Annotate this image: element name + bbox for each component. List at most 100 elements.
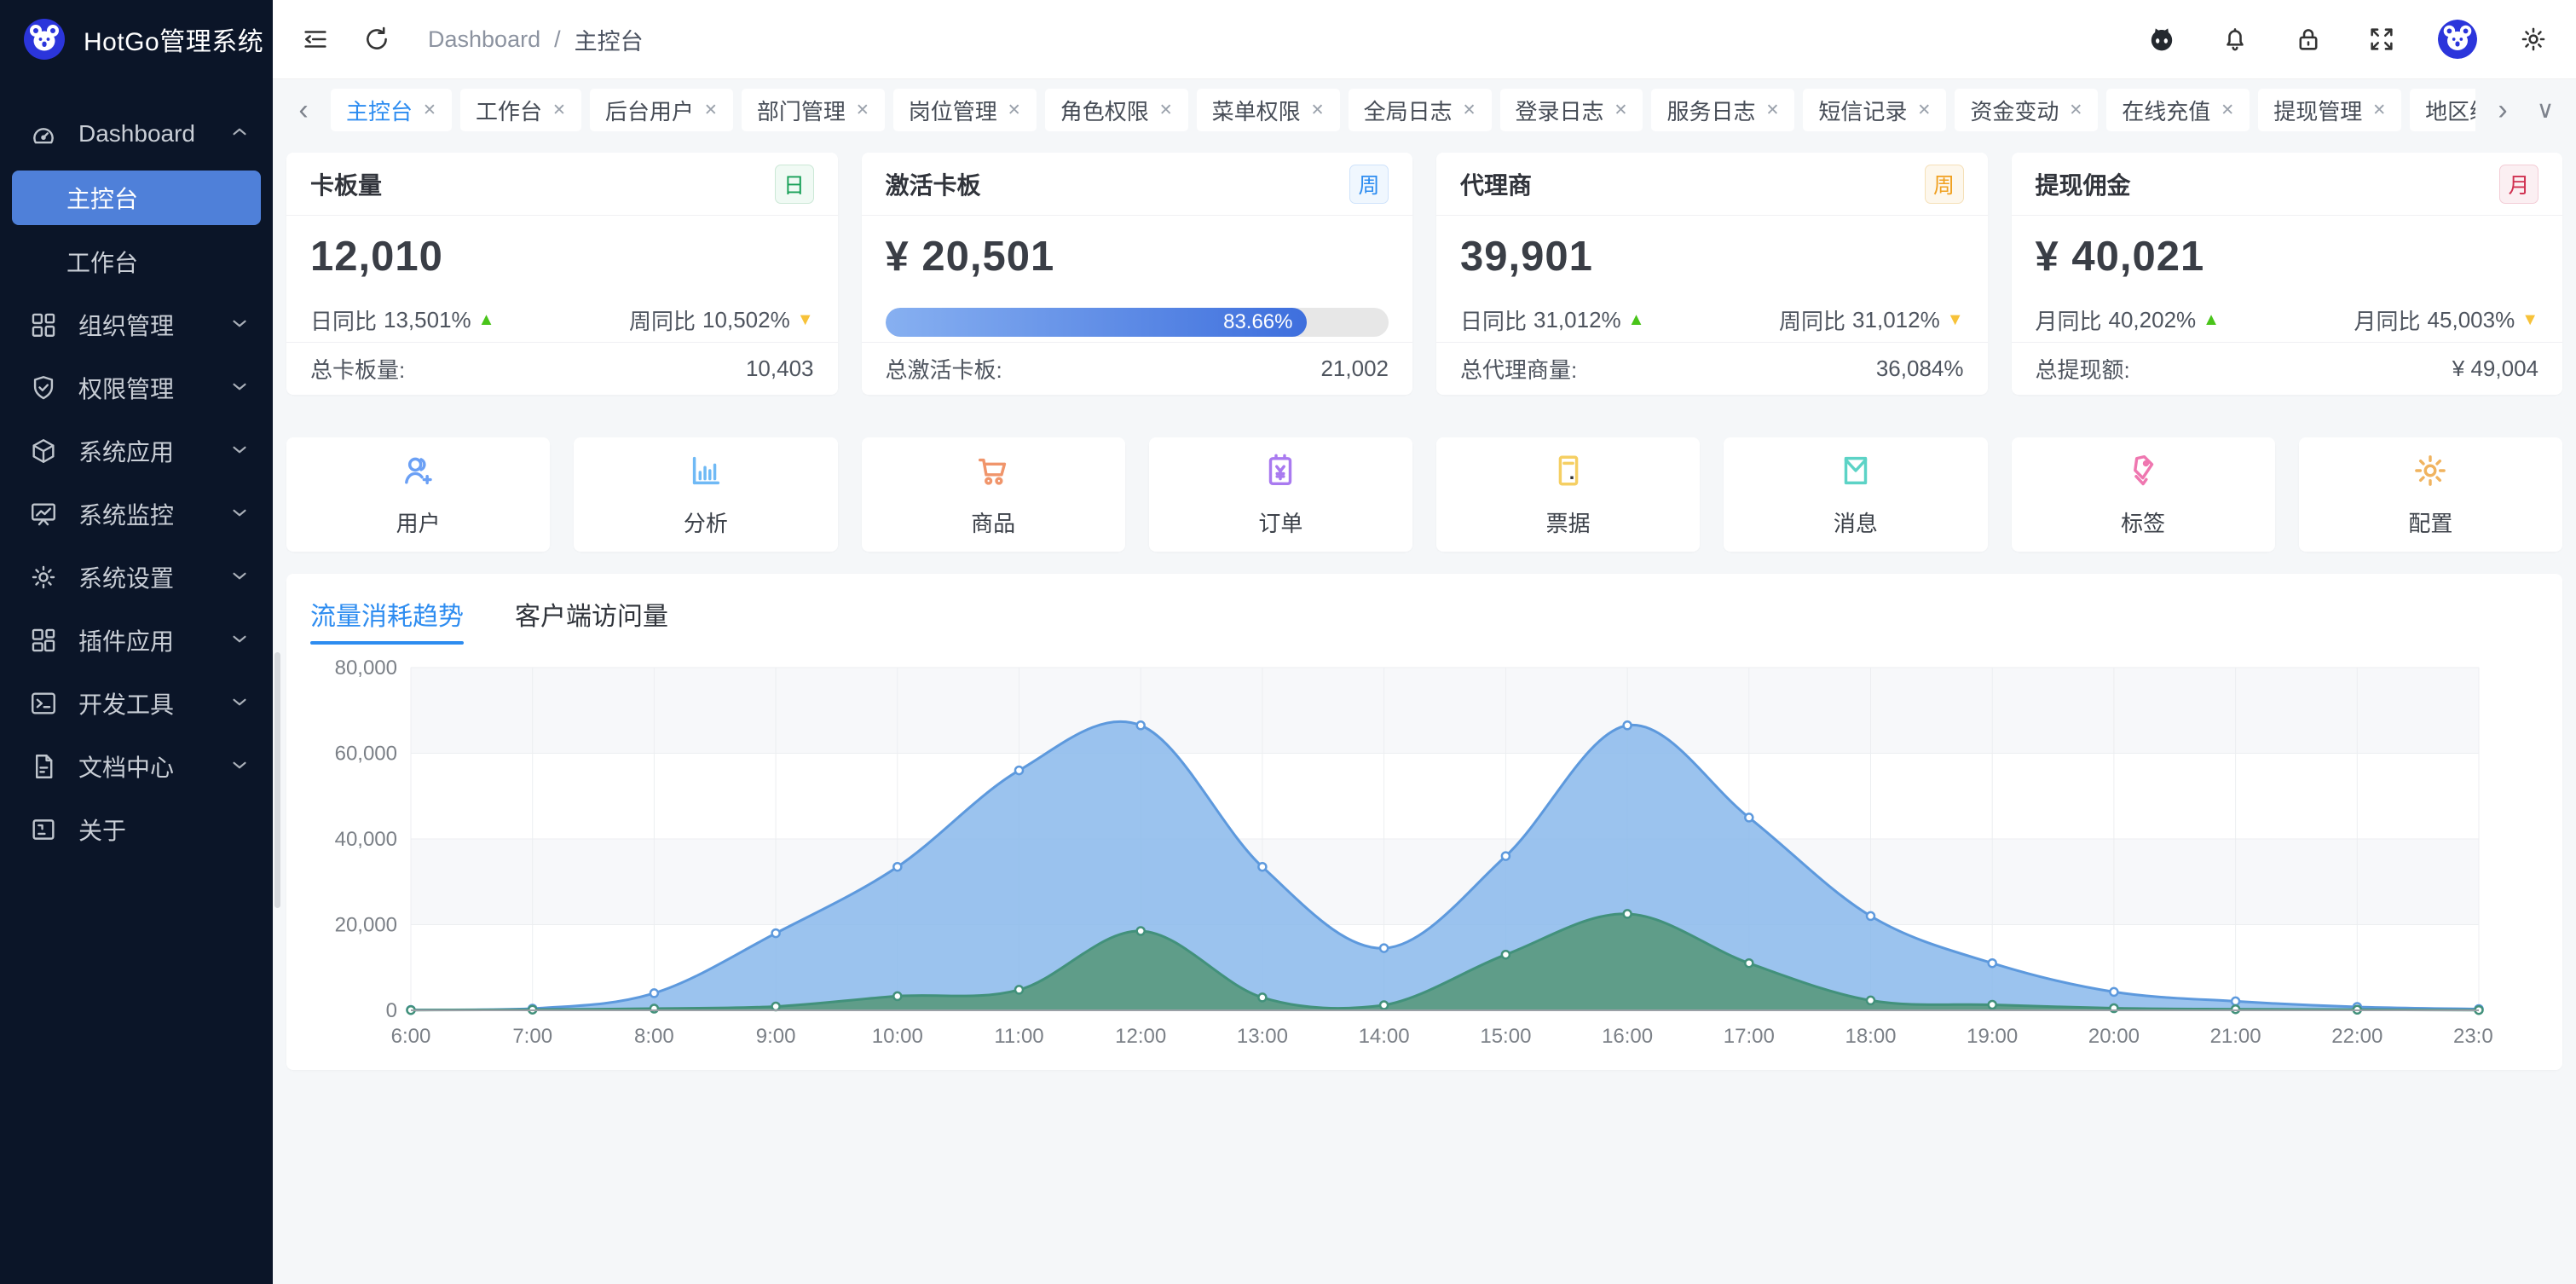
svg-text:8:00: 8:00 bbox=[634, 1025, 674, 1048]
shortcut-orders[interactable]: 订单 bbox=[1149, 437, 1412, 552]
svg-text:7:00: 7:00 bbox=[512, 1025, 552, 1048]
app-logo[interactable]: HotGo管理系统 bbox=[0, 0, 273, 78]
sidebar-item-dev-tools[interactable]: 开发工具 bbox=[0, 672, 273, 735]
svg-text:10:00: 10:00 bbox=[872, 1025, 923, 1048]
sidebar-item-org[interactable]: 组织管理 bbox=[0, 293, 273, 356]
activation-progress-bar: 83.66% bbox=[886, 308, 1389, 337]
tab-chip-fund-changes[interactable]: 资金变动✕ bbox=[1955, 89, 2098, 131]
tab-chip-region-codes[interactable]: 地区编码✕ bbox=[2410, 89, 2475, 131]
tab-chip-main-console[interactable]: 主控台✕ bbox=[331, 89, 452, 131]
content-scrollbar[interactable] bbox=[274, 652, 280, 908]
tab-chip-global-log[interactable]: 全局日志✕ bbox=[1349, 89, 1492, 131]
period-badge-week[interactable]: 周 bbox=[1349, 165, 1389, 204]
sidebar-item-permission[interactable]: 权限管理 bbox=[0, 356, 273, 419]
stat-value: 12,010 bbox=[310, 233, 814, 281]
svg-text:21:00: 21:00 bbox=[2210, 1025, 2261, 1048]
shortcut-receipts[interactable]: 票据 bbox=[1436, 437, 1700, 552]
trend-down-icon: ▼ bbox=[797, 310, 814, 330]
svg-text:20,000: 20,000 bbox=[335, 914, 397, 937]
receipt-icon bbox=[1549, 451, 1588, 495]
tab-client-visits[interactable]: 客户端访问量 bbox=[515, 595, 668, 645]
close-icon[interactable]: ✕ bbox=[856, 101, 869, 120]
menu-fold-icon[interactable] bbox=[298, 22, 332, 56]
close-icon[interactable]: ✕ bbox=[2372, 101, 2386, 120]
fullscreen-icon[interactable] bbox=[2365, 22, 2399, 56]
close-icon[interactable]: ✕ bbox=[1159, 101, 1173, 120]
close-icon[interactable]: ✕ bbox=[1311, 101, 1325, 120]
document-icon bbox=[29, 752, 58, 781]
tab-chip-workbench[interactable]: 工作台✕ bbox=[460, 89, 581, 131]
stat-card-title: 卡板量 bbox=[310, 167, 382, 201]
shortcut-analytics[interactable]: 分析 bbox=[574, 437, 837, 552]
settings-gear-icon[interactable] bbox=[2516, 22, 2550, 56]
tabs-scroll-left-icon[interactable]: ‹ bbox=[288, 95, 319, 124]
github-icon[interactable] bbox=[2145, 22, 2179, 56]
sidebar-item-about[interactable]: 关于 bbox=[0, 798, 273, 861]
trend-down-icon: ▼ bbox=[2521, 310, 2538, 330]
tabs-dropdown-icon[interactable]: ∨ bbox=[2530, 98, 2561, 122]
close-icon[interactable]: ✕ bbox=[423, 101, 436, 120]
shortcut-config[interactable]: 配置 bbox=[2299, 437, 2562, 552]
shortcut-tags[interactable]: 标签 bbox=[2012, 437, 2275, 552]
tab-chip-sms-records[interactable]: 短信记录✕ bbox=[1803, 89, 1946, 131]
breadcrumb-current: 主控台 bbox=[575, 23, 644, 56]
svg-text:22:00: 22:00 bbox=[2331, 1025, 2383, 1048]
close-icon[interactable]: ✕ bbox=[1008, 101, 1021, 120]
close-icon[interactable]: ✕ bbox=[552, 101, 566, 120]
sidebar-item-workbench[interactable]: 工作台 bbox=[0, 230, 273, 293]
breadcrumb-parent[interactable]: Dashboard bbox=[428, 26, 540, 53]
shortcut-products[interactable]: 商品 bbox=[862, 437, 1125, 552]
tab-traffic-trend[interactable]: 流量消耗趋势 bbox=[310, 595, 464, 645]
svg-text:12:00: 12:00 bbox=[1115, 1025, 1166, 1048]
close-icon[interactable]: ✕ bbox=[1614, 101, 1628, 120]
tab-chip-service-log[interactable]: 服务日志✕ bbox=[1651, 89, 1794, 131]
sidebar-item-dashboard[interactable]: Dashboard bbox=[0, 102, 273, 165]
header-actions bbox=[2145, 20, 2550, 59]
sidebar-item-plugins[interactable]: 插件应用 bbox=[0, 609, 273, 672]
chevron-down-icon bbox=[228, 754, 251, 780]
period-badge-week[interactable]: 周 bbox=[1925, 165, 1964, 204]
config-gear-icon bbox=[2411, 451, 2450, 495]
stat-footer-value: ¥ 49,004 bbox=[2452, 356, 2538, 382]
tab-chip-menu-perms[interactable]: 菜单权限✕ bbox=[1197, 89, 1340, 131]
trend-up-icon: ▲ bbox=[2203, 310, 2220, 330]
sidebar-item-system-monitor[interactable]: 系统监控 bbox=[0, 483, 273, 546]
close-icon[interactable]: ✕ bbox=[2221, 101, 2234, 120]
tab-chip-admin-users[interactable]: 后台用户✕ bbox=[590, 89, 733, 131]
tab-chip-role-perms[interactable]: 角色权限✕ bbox=[1045, 89, 1188, 131]
open-tabs: 主控台✕ 工作台✕ 后台用户✕ 部门管理✕ 岗位管理✕ 角色权限✕ 菜单权限✕ … bbox=[331, 89, 2475, 131]
svg-text:20:00: 20:00 bbox=[2088, 1025, 2140, 1048]
close-icon[interactable]: ✕ bbox=[1917, 101, 1931, 120]
tab-chip-login-log[interactable]: 登录日志✕ bbox=[1500, 89, 1643, 131]
stat-card-cardboard: 卡板量 日 12,010 日同比13,501%▲ 周同比10,502%▼ 总卡板… bbox=[286, 153, 838, 395]
period-badge-month[interactable]: 月 bbox=[2499, 165, 2538, 204]
tab-chip-departments[interactable]: 部门管理✕ bbox=[742, 89, 885, 131]
lock-icon[interactable] bbox=[2291, 22, 2325, 56]
stat-sub-right: 月同比45,003%▼ bbox=[2354, 304, 2538, 336]
stat-card-row: 卡板量 日 12,010 日同比13,501%▲ 周同比10,502%▼ 总卡板… bbox=[286, 153, 2562, 395]
shortcut-users[interactable]: 用户 bbox=[286, 437, 550, 552]
refresh-icon[interactable] bbox=[360, 22, 394, 56]
stat-sub-left: 日同比31,012%▲ bbox=[1460, 304, 1644, 336]
user-avatar[interactable] bbox=[2438, 20, 2477, 59]
tabs-scroll-right-icon[interactable]: › bbox=[2487, 95, 2518, 124]
terminal-icon bbox=[29, 689, 58, 718]
chevron-down-icon bbox=[228, 501, 251, 528]
chevron-down-icon bbox=[228, 312, 251, 338]
close-icon[interactable]: ✕ bbox=[2069, 101, 2082, 120]
close-icon[interactable]: ✕ bbox=[1765, 101, 1779, 120]
sidebar-item-docs[interactable]: 文档中心 bbox=[0, 735, 273, 798]
period-badge-day[interactable]: 日 bbox=[775, 165, 814, 204]
tab-chip-positions[interactable]: 岗位管理✕ bbox=[893, 89, 1037, 131]
shortcut-messages[interactable]: 消息 bbox=[1724, 437, 1987, 552]
notification-bell-icon[interactable] bbox=[2218, 22, 2252, 56]
sidebar-item-system-app[interactable]: 系统应用 bbox=[0, 419, 273, 483]
tab-chip-withdrawal-mgmt[interactable]: 提现管理✕ bbox=[2258, 89, 2401, 131]
tab-chip-online-recharge[interactable]: 在线充值✕ bbox=[2106, 89, 2250, 131]
sidebar-item-main-console[interactable]: 主控台 bbox=[12, 171, 261, 225]
shield-check-icon bbox=[29, 373, 58, 402]
sidebar-item-system-settings[interactable]: 系统设置 bbox=[0, 546, 273, 609]
close-icon[interactable]: ✕ bbox=[704, 101, 718, 120]
order-clipboard-icon bbox=[1261, 451, 1300, 495]
close-icon[interactable]: ✕ bbox=[1463, 101, 1476, 120]
